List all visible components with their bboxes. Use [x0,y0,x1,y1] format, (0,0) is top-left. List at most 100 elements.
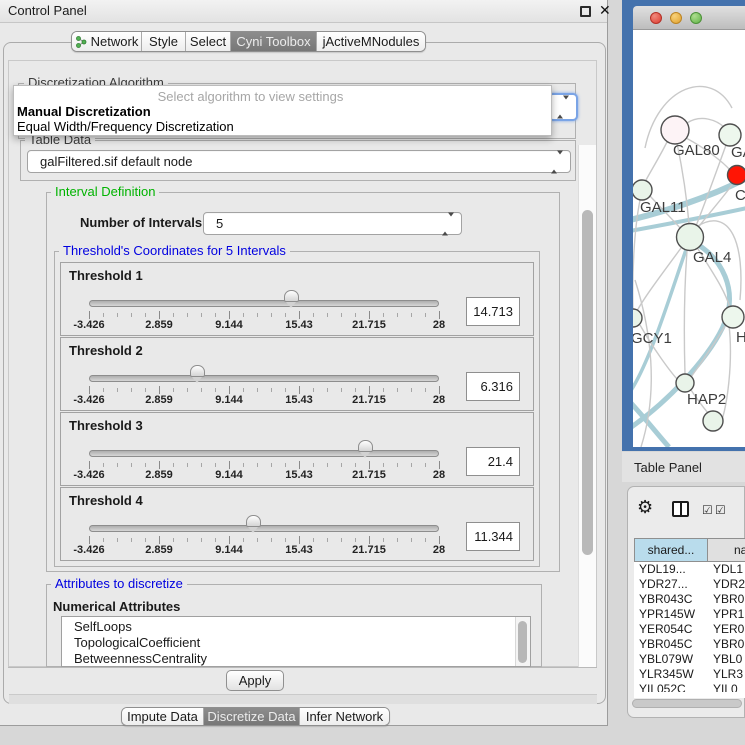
tab-label: Impute Data [127,709,198,724]
node-gal80[interactable] [661,116,689,144]
threshold-value-field[interactable]: 6.316 [466,372,520,401]
scrollbar-thumb[interactable] [632,699,742,708]
threshold-value-field[interactable]: 11.344 [466,522,520,551]
table-row[interactable]: YIL052CYIL0 [634,682,745,692]
table-row[interactable]: YPR145WYPR1 [634,607,745,622]
list-scrollbar[interactable] [515,617,530,666]
node-gal4[interactable] [677,224,704,251]
node-h-partial[interactable] [722,306,744,328]
gear-icon[interactable]: ⚙ [637,498,653,516]
slider-thumb[interactable] [190,365,205,377]
tick-label: -3.426 [73,544,104,556]
slider-ticks [89,536,440,544]
combo-arrows-icon [551,151,563,172]
threshold-label: Threshold 1 [69,268,143,283]
columns-icon[interactable] [672,501,689,517]
table-row[interactable]: YBL079WYBL0 [634,652,745,667]
tab-network[interactable]: Network [72,32,142,51]
table-row[interactable]: YBR043CYBR0 [634,592,745,607]
table-row[interactable]: YER054C YER0 [634,622,745,637]
minimize-traffic-light-icon[interactable] [670,12,682,24]
node-gal-partial[interactable] [719,124,741,146]
number-of-intervals-combobox[interactable]: 5 [203,212,462,235]
tick-label: 28 [433,319,445,331]
number-of-intervals-label: Number of Intervals [80,215,202,230]
tick-label: 21.715 [352,394,386,406]
list-item[interactable]: BetweennessCentrality [62,651,530,667]
slider-thumb[interactable] [246,515,261,527]
slider-thumb[interactable] [284,290,299,302]
numerical-attributes-label: Numerical Attributes [53,599,180,614]
tab-label: Style [149,34,178,49]
slider-track[interactable] [89,375,439,382]
tick-label: -3.426 [73,469,104,481]
node-red-selected[interactable] [728,166,745,185]
numerical-attributes-list[interactable]: SelfLoops TopologicalCoefficient Between… [61,616,531,667]
tick-label: 2.859 [145,394,173,406]
checkbox-icon[interactable]: ☑ [702,503,713,517]
list-item[interactable]: TopologicalCoefficient [62,635,530,651]
table-data-combobox[interactable]: galFiltered.sif default node [27,150,571,173]
popup-option-equal-width-frequency[interactable]: Equal Width/Frequency Discretization [17,119,234,134]
tab-impute-data[interactable]: Impute Data [122,708,204,725]
close-icon[interactable]: ✕ [599,2,611,19]
node-label: GAL11 [640,199,686,216]
tick-label: 15.43 [285,544,313,556]
slider-track[interactable] [89,300,439,307]
cell-name: YER0 [713,622,744,637]
cell-shared-name: YBR045C [639,637,692,652]
column-header-shared-name[interactable]: shared... [634,538,708,562]
table-row[interactable]: YDR27...YDR2 [634,577,745,592]
scrollbar-thumb[interactable] [582,210,593,555]
tick-label: 28 [433,544,445,556]
table-horizontal-scrollbar[interactable] [632,698,744,709]
slider-thumb[interactable] [358,440,373,452]
node-unlabeled[interactable] [703,411,723,431]
column-header-name[interactable]: na [707,538,745,562]
cell-shared-name: YER054C [639,622,692,637]
table-row[interactable]: YLR345WYLR3 [634,667,745,682]
tick-label: 9.144 [215,469,243,481]
content-scrollbar[interactable] [578,145,596,667]
tab-cyni-toolbox[interactable]: Cyni Toolbox [231,32,317,51]
slider-track[interactable] [89,525,439,532]
table-panel-title: Table Panel [634,460,702,475]
network-icon [75,35,87,49]
cell-name: YDL1 [713,562,743,577]
network-window-titlebar[interactable] [633,6,745,30]
list-item[interactable]: SelfLoops [62,617,530,635]
apply-button[interactable]: Apply [226,670,284,691]
node-table[interactable]: YDL19...YDL1 YDR27...YDR2 YBR043CYBR0 YP… [634,562,745,692]
node-gcy1[interactable] [633,309,642,327]
tab-style[interactable]: Style [142,32,186,51]
algorithm-dropdown-popup: Select algorithm to view settings Manual… [13,85,552,136]
scrollbar-thumb[interactable] [518,621,527,663]
threshold-value-field[interactable]: 21.4 [466,447,520,476]
tab-select[interactable]: Select [186,32,231,51]
close-traffic-light-icon[interactable] [650,12,662,24]
tab-infer-network[interactable]: Infer Network [300,708,389,725]
node-hap2[interactable] [676,374,694,392]
screen: Control Panel ✕ Network Style Select Cyn… [0,0,745,745]
popup-option-manual-discretization[interactable]: Manual Discretization [17,104,151,119]
checkbox-icon[interactable]: ☑ [715,503,726,517]
cell-shared-name: YBR043C [639,592,692,607]
control-panel-titlebar[interactable]: Control Panel ✕ [0,0,607,23]
threshold-value-field[interactable]: 14.713 [466,297,520,326]
node-label: C [735,187,745,204]
algorithm-combobox[interactable] [548,93,578,121]
node-gal11[interactable] [633,180,652,200]
zoom-traffic-light-icon[interactable] [690,12,702,24]
tab-jactivemnodules[interactable]: jActiveMNodules [317,32,425,51]
network-view-window: GAL80 GA C GAL11 GAL4 GCY1 H HAP2 [622,0,745,451]
slider-track[interactable] [89,450,439,457]
tab-discretize-data[interactable]: Discretize Data [204,708,300,725]
network-canvas[interactable]: GAL80 GA C GAL11 GAL4 GCY1 H HAP2 [633,30,745,447]
float-window-icon[interactable] [580,6,591,17]
table-row[interactable]: YBR045CYBR0 [634,637,745,652]
tab-label: Select [190,34,226,49]
cell-shared-name: YBL079W [639,652,693,667]
table-row[interactable]: YDL19...YDL1 [634,562,745,577]
control-panel-window: Control Panel ✕ Network Style Select Cyn… [0,0,608,726]
table-panel: ⚙ ☑ ☑ shared... na YDL19...YDL1 YDR27...… [627,486,745,718]
